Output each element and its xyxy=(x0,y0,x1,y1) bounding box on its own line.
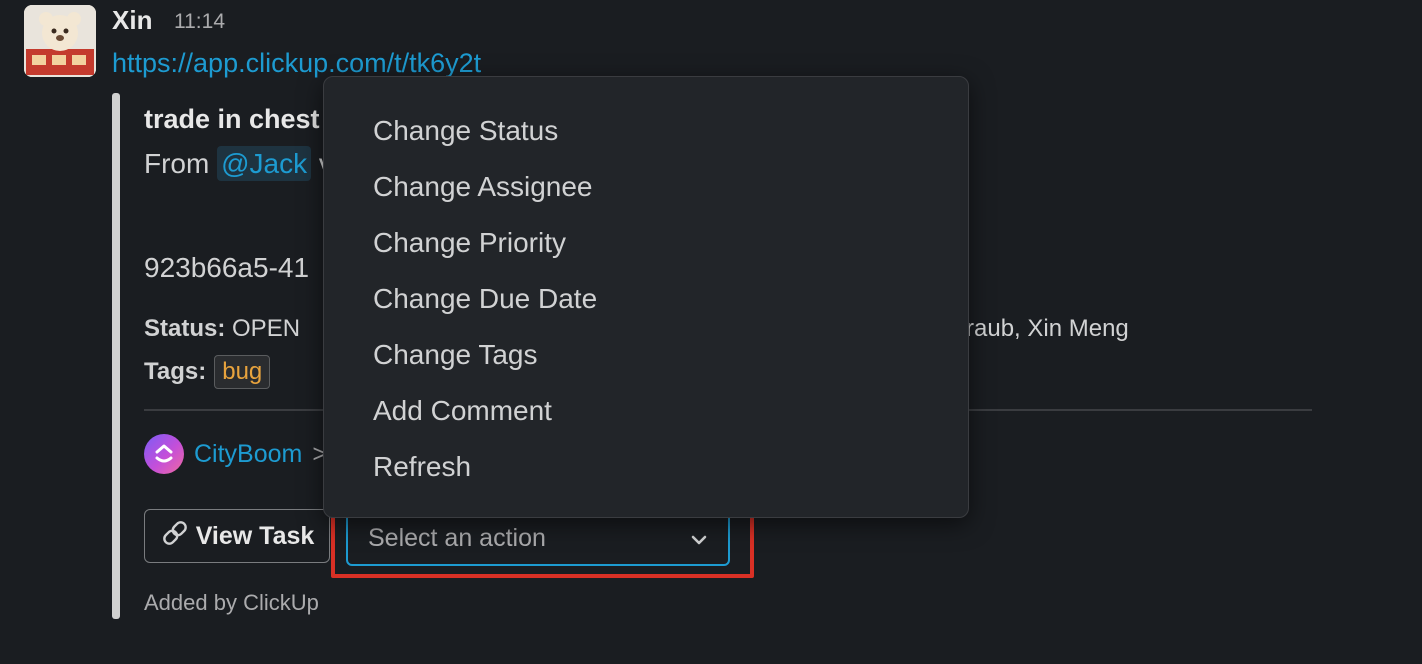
attachment-bar xyxy=(112,93,120,619)
app-breadcrumb: CityBoom > xyxy=(144,434,327,474)
link-icon xyxy=(160,518,190,555)
tags-label: Tags: xyxy=(144,358,207,385)
menu-item-change-status[interactable]: Change Status xyxy=(324,103,968,159)
chevron-down-icon xyxy=(690,524,708,553)
action-dropdown-menu: Change Status Change Assignee Change Pri… xyxy=(323,76,969,518)
menu-item-refresh[interactable]: Refresh xyxy=(324,439,968,495)
app-name-link[interactable]: CityBoom xyxy=(194,440,302,469)
message-timestamp[interactable]: 11:14 xyxy=(174,10,225,34)
message: Xin 11:14 https://app.clickup.com/t/tk6y… xyxy=(0,0,1422,664)
tag-badge: bug xyxy=(214,355,271,389)
status-label: Status: xyxy=(144,315,226,342)
menu-item-add-comment[interactable]: Add Comment xyxy=(324,383,968,439)
from-line: From @Jack v xyxy=(144,146,333,181)
menu-item-change-tags[interactable]: Change Tags xyxy=(324,327,968,383)
view-task-button[interactable]: View Task xyxy=(144,509,330,563)
tags-line: Tags: bug xyxy=(144,355,271,389)
avatar[interactable] xyxy=(24,5,96,77)
view-task-label: View Task xyxy=(195,521,315,550)
task-link[interactable]: https://app.clickup.com/t/tk6y2t xyxy=(112,48,481,79)
menu-item-change-assignee[interactable]: Change Assignee xyxy=(324,159,968,215)
added-by-footer: Added by ClickUp xyxy=(144,590,319,615)
menu-item-change-due-date[interactable]: Change Due Date xyxy=(324,271,968,327)
status-value: OPEN xyxy=(232,315,301,342)
task-title[interactable]: trade in chest xyxy=(144,104,320,135)
action-select[interactable]: Select an action xyxy=(346,511,730,566)
avatar-image xyxy=(24,5,96,77)
task-id: 923b66a5-41 xyxy=(144,252,310,283)
status-line: Status: OPEN xyxy=(144,315,300,343)
select-placeholder: Select an action xyxy=(368,524,546,552)
user-mention[interactable]: @Jack xyxy=(217,146,312,181)
clickup-icon xyxy=(144,434,184,474)
author-name[interactable]: Xin xyxy=(112,5,152,36)
menu-item-change-priority[interactable]: Change Priority xyxy=(324,215,968,271)
from-prefix: From xyxy=(144,148,218,179)
